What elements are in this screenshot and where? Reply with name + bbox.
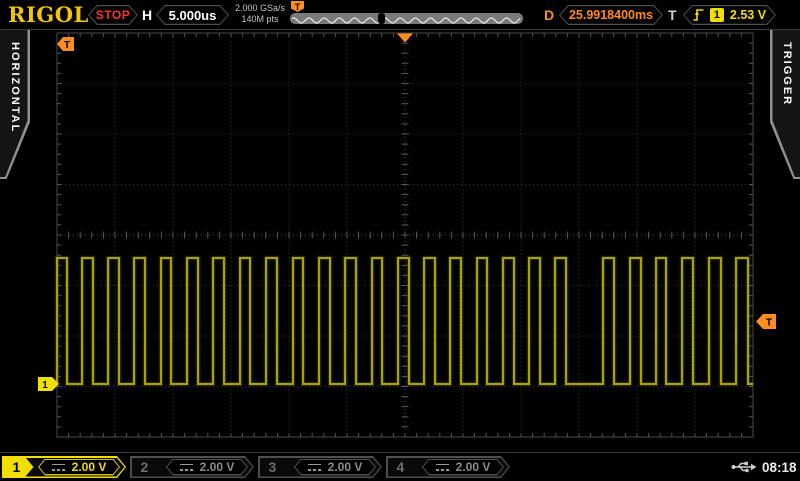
trigger-position-marker[interactable] [397,34,413,43]
trigger-source-badge: 1 [710,8,724,22]
channel3-number: 3 [260,458,290,477]
channel1-scale-box: 2.00 V [38,459,120,476]
waveform-display: T T 1 [0,0,800,480]
delay-label: D [544,0,554,29]
memory-waveform-squiggle [290,15,523,24]
rising-edge-icon [693,8,704,22]
acquisition-info: 2.000 GSa/s 140M pts [231,3,289,25]
channel4-status[interactable]: 4 2.00 V [386,456,510,478]
channel1-scale: 2.00 V [72,460,107,474]
run-state-text: STOP [88,5,138,25]
channel2-number: 2 [132,458,162,477]
channel3-scale: 2.00 V [328,460,363,474]
channel4-scale-box: 2.00 V [422,459,504,476]
trigger-time-flag-label: T [64,40,70,51]
dc-coupling-icon [308,464,321,471]
bottom-status-bar: 1 2.00 V 2 2.00 V 3 [0,452,800,481]
trigger-label: T [668,0,677,29]
trigger-readout[interactable]: 1 2.53 V [683,5,776,25]
scale-content: 2.00 V [166,459,248,476]
channel4-scale: 2.00 V [456,460,491,474]
delay-value: 25.9918400ms [559,5,663,25]
rigol-logo: RIGOL [8,2,89,27]
delay-readout[interactable]: 25.9918400ms [559,5,663,25]
timebase-value: 5.000us [156,5,229,25]
clock: 08:18 [762,456,797,478]
channel1-flag-label: 1 [42,380,48,391]
memory-position-bar [290,13,523,24]
memory-window-marker [378,13,385,24]
memory-trigger-flag: T [291,1,304,12]
horizontal-label: H [142,0,152,29]
channel2-status[interactable]: 2 2.00 V [130,456,254,478]
memory-depth: 140M pts [231,14,289,25]
channel1-status[interactable]: 1 2.00 V [2,456,126,478]
dc-coupling-icon [436,464,449,471]
scale-content: 2.00 V [38,459,120,476]
dc-coupling-icon [180,464,193,471]
trigger-level-marker[interactable]: T [756,314,776,329]
channel3-status[interactable]: 3 2.00 V [258,456,382,478]
run-state-badge[interactable]: STOP [88,5,138,25]
scale-content: 2.00 V [294,459,376,476]
memory-trigger-flag-label: T [295,2,301,12]
trigger-time-marker[interactable]: T [57,37,74,51]
timebase-readout[interactable]: 5.000us [156,5,229,25]
sample-rate: 2.000 GSa/s [231,3,289,14]
channel3-scale-box: 2.00 V [294,459,376,476]
usb-icon [731,460,757,474]
tab-horizontal-label: HORIZONTAL [9,42,21,133]
scale-content: 2.00 V [422,459,504,476]
channel4-number: 4 [388,458,418,477]
tab-trigger-label: TRIGGER [781,42,793,106]
channel2-scale-box: 2.00 V [166,459,248,476]
trigger-level-flag-label: T [766,318,772,329]
dc-coupling-icon [52,464,65,471]
top-status-bar: RIGOL STOP H 5.000us 2.000 GSa/s 140M pt… [0,0,800,30]
trigger-settings: 1 2.53 V [683,5,776,25]
trigger-level-value: 2.53 V [730,8,766,22]
channel2-scale: 2.00 V [200,460,235,474]
